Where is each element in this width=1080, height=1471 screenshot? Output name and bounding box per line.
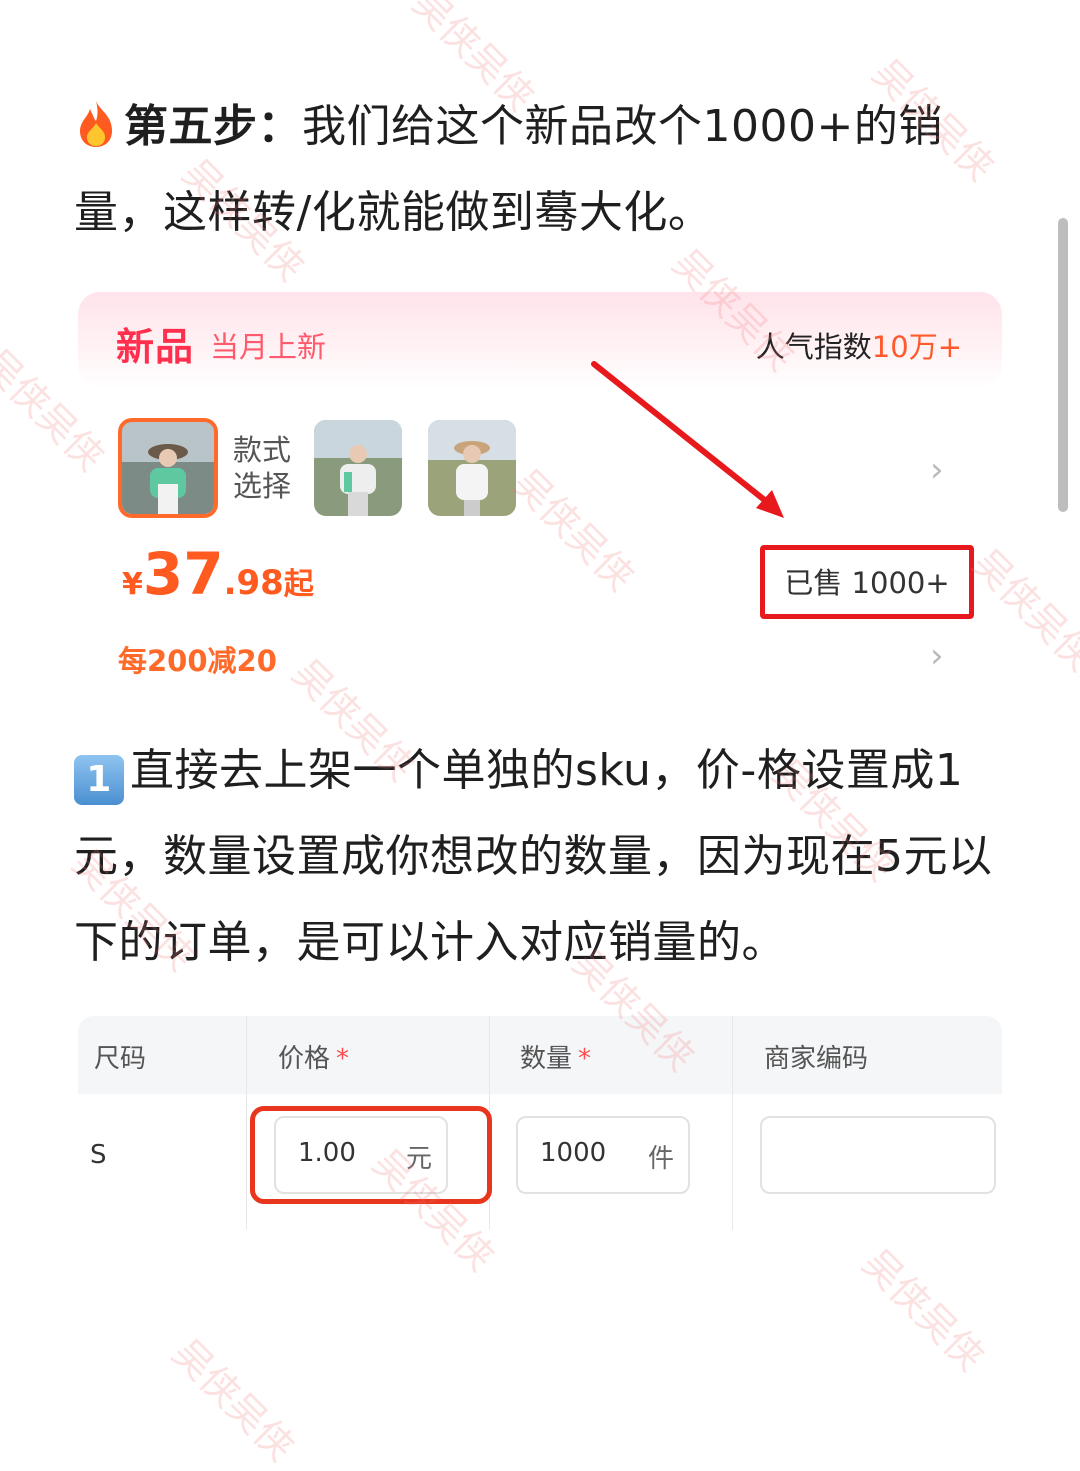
sold-highlight-box: 已售 1000+ — [760, 545, 974, 619]
photo-image — [428, 420, 516, 516]
column-divider — [732, 1016, 733, 1230]
red-arrow — [591, 361, 784, 518]
chevron-right-icon[interactable]: › — [930, 636, 944, 676]
price-suffix: 起 — [283, 567, 314, 602]
header-qty: 数量 * — [520, 1038, 591, 1075]
style-thumbnail[interactable] — [428, 420, 516, 516]
product-card[interactable]: 新品 当月上新 人气指数10万+ 款式选择 › ¥37.98起 已售 1000+… — [78, 292, 1002, 692]
number-one-badge: 1 — [74, 755, 124, 805]
style-select-label[interactable]: 款式选择 — [233, 432, 303, 504]
header-code-label: 商家编码 — [764, 1044, 869, 1074]
new-subtitle: 当月上新 — [210, 330, 327, 364]
header-size: 尺码 — [94, 1038, 146, 1075]
price-symbol: ¥ — [122, 567, 143, 602]
step1-paragraph: 1 直接去上架一个单独的sku，价-格设置成1元，数量设置成你想改的数量，因为现在… — [74, 728, 1004, 986]
header-price-label: 价格 — [278, 1044, 331, 1074]
size-cell: S — [90, 1140, 107, 1170]
quantity-input[interactable]: 1000 件 — [516, 1116, 690, 1194]
required-mark: * — [336, 1044, 350, 1074]
price-integer: 37 — [142, 540, 224, 608]
quantity-unit: 件 — [647, 1144, 674, 1174]
photo-image — [122, 422, 214, 514]
step5-paragraph: 第五步：我们给这个新品改个1000+的销量，这样转/化就能做到蓦大化。 — [74, 84, 1004, 256]
watermark: 吴侠吴侠 — [854, 1240, 993, 1380]
price-decimal: .98 — [223, 563, 284, 603]
sku-table: 尺码 价格 * 数量 * 商家编码 S 1.00 元 1000 件 — [78, 1016, 1002, 1230]
required-mark: * — [578, 1044, 592, 1074]
quantity-value: 1000 — [540, 1138, 607, 1168]
header-qty-label: 数量 — [520, 1044, 573, 1074]
column-divider — [246, 1016, 247, 1230]
new-badge: 新品 — [116, 325, 195, 369]
header-size-label: 尺码 — [94, 1044, 147, 1074]
table-header: 尺码 价格 * 数量 * 商家编码 — [78, 1016, 1002, 1094]
popularity-value: 10万+ — [871, 330, 962, 364]
card-header: 新品 当月上新 人气指数10万+ — [78, 292, 1002, 388]
style-thumbnail[interactable] — [314, 420, 402, 516]
scrollbar[interactable] — [1058, 218, 1068, 512]
promo-text[interactable]: 每200减20 — [118, 638, 277, 680]
header-code: 商家编码 — [764, 1038, 868, 1075]
step5-prefix: 第五步： — [124, 101, 302, 152]
fire-icon — [80, 101, 112, 147]
sold-count: 已售 1000+ — [784, 566, 950, 600]
price-highlight-box — [250, 1106, 492, 1204]
merchant-code-input[interactable] — [760, 1116, 996, 1194]
watermark: 吴侠吴侠 — [164, 1330, 303, 1470]
step1-text: 直接去上架一个单独的sku，价-格设置成1元，数量设置成你想改的数量，因为现在5… — [74, 745, 993, 968]
price: ¥37.98起 — [122, 540, 314, 608]
header-price: 价格 * — [278, 1038, 349, 1075]
photo-image — [314, 420, 402, 516]
style-thumbnail-selected[interactable] — [118, 418, 218, 518]
chevron-right-icon[interactable]: › — [930, 450, 944, 490]
